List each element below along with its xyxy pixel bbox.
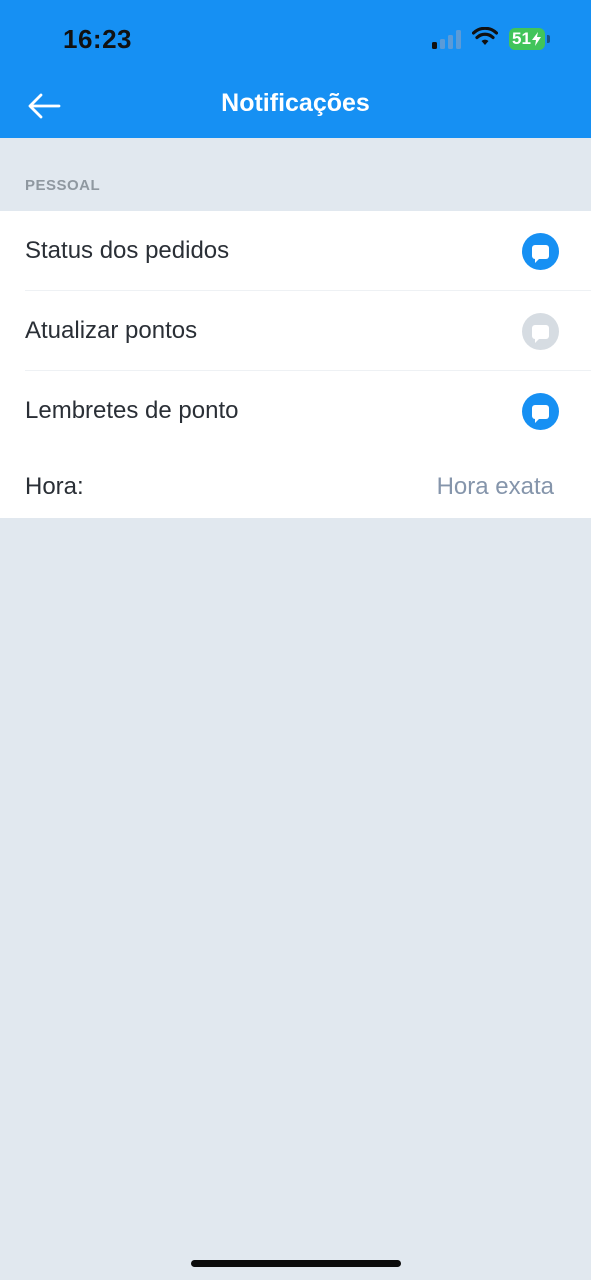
time-label: Hora: xyxy=(25,473,84,500)
setting-row-order-status[interactable]: Status dos pedidos xyxy=(0,211,591,291)
chat-bubble-icon xyxy=(532,244,549,263)
status-time: 16:23 xyxy=(63,24,132,54)
home-indicator xyxy=(191,1260,401,1267)
notification-settings-list: Status dos pedidos Atualizar pontos Lemb… xyxy=(0,211,591,518)
battery-cap xyxy=(547,35,550,43)
time-value-selector[interactable]: Hora exata xyxy=(437,473,554,501)
notification-toggle[interactable] xyxy=(522,233,559,270)
battery-icon: 51 xyxy=(509,28,545,50)
setting-label: Atualizar pontos xyxy=(25,317,198,344)
cellular-signal-icon xyxy=(432,30,462,49)
charging-bolt-icon xyxy=(531,32,541,46)
app-header: 16:23 51 Notificações xyxy=(0,0,591,138)
battery-level: 51 xyxy=(512,29,531,48)
setting-row-update-points[interactable]: Atualizar pontos xyxy=(0,291,591,371)
chat-bubble-icon xyxy=(532,404,549,423)
setting-label: Status dos pedidos xyxy=(25,237,230,264)
setting-row-point-reminders[interactable]: Lembretes de ponto xyxy=(0,371,591,451)
page-title: Notificações xyxy=(221,89,370,117)
notification-toggle[interactable] xyxy=(522,313,559,350)
setting-label: Lembretes de ponto xyxy=(25,397,239,424)
wifi-icon xyxy=(471,26,499,52)
time-setting-row[interactable]: Hora: Hora exata xyxy=(0,451,591,518)
notification-toggle[interactable] xyxy=(522,393,559,430)
chat-bubble-icon xyxy=(532,324,549,343)
section-label: PESSOAL xyxy=(25,177,101,194)
